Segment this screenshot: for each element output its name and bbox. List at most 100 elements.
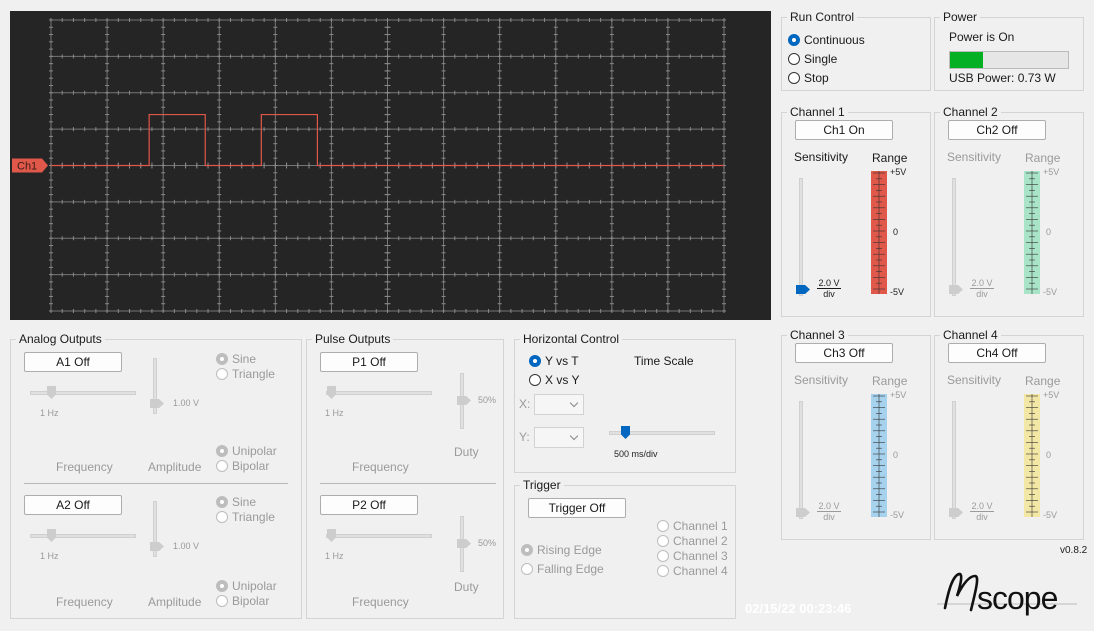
- ch1-sensitivity-label: Sensitivity: [794, 150, 849, 164]
- a2-frequency-value: 1 Hz: [40, 551, 59, 561]
- ch2-sensitivity-slider[interactable]: [952, 178, 956, 296]
- a1-frequency-value: 1 Hz: [40, 408, 59, 418]
- trigger-channel-1-radio[interactable]: Channel 1: [657, 519, 728, 533]
- a2-sine-radio[interactable]: Sine: [216, 495, 256, 509]
- pulse-outputs-group: [306, 339, 504, 619]
- ch3-range-bottom: -5V: [890, 510, 905, 520]
- ch1-sens-div: div: [823, 289, 835, 299]
- a2-frequency-slider[interactable]: [30, 534, 136, 538]
- x-source-select[interactable]: [534, 394, 584, 415]
- y-source-select[interactable]: [534, 427, 584, 448]
- usb-power-readout: USB Power: 0.73 W: [949, 71, 1056, 85]
- ch2-range-top: +5V: [1043, 167, 1060, 177]
- p1-duty-label: Duty: [454, 445, 479, 459]
- ch3-range-label: Range: [872, 374, 908, 388]
- a2-frequency-label: Frequency: [56, 595, 113, 609]
- y-source-label: Y:: [519, 430, 530, 444]
- ch1-range-bar: [871, 171, 887, 294]
- ch2-range-mid: 0: [1046, 227, 1052, 237]
- ch1-sensitivity-value: 2.0 Vdiv: [817, 278, 841, 299]
- ch4-sens-div: div: [976, 512, 988, 522]
- ch4-toggle-button[interactable]: Ch4 Off: [948, 343, 1046, 363]
- channel-1-title: Channel 1: [787, 105, 848, 119]
- scope-timestamp: 02/15/22 00:23:46: [745, 601, 852, 616]
- rising-edge-radio[interactable]: Rising Edge: [521, 543, 602, 557]
- a1-unipolar-radio[interactable]: Unipolar: [216, 444, 277, 458]
- pulse-outputs-title: Pulse Outputs: [312, 332, 394, 346]
- p2-frequency-label: Frequency: [352, 595, 409, 609]
- ch2-sens-div: div: [976, 289, 988, 299]
- trigger-channel-4-radio[interactable]: Channel 4: [657, 564, 728, 578]
- a1-amplitude-label: Amplitude: [148, 460, 202, 474]
- power-meter-fill: [950, 52, 984, 68]
- run-stop-radio[interactable]: Stop: [788, 71, 829, 85]
- ch1-range-mid: 0: [893, 227, 899, 237]
- x-vs-y-radio[interactable]: X vs Y: [529, 373, 579, 387]
- channel-2-title: Channel 2: [940, 105, 1001, 119]
- p2-duty-value: 50%: [478, 538, 497, 548]
- p2-toggle-button[interactable]: P2 Off: [320, 495, 418, 515]
- y-vs-t-radio[interactable]: Y vs T: [529, 354, 579, 368]
- trigger-title: Trigger: [520, 478, 564, 492]
- trigger-toggle-button[interactable]: Trigger Off: [528, 498, 626, 518]
- a2-toggle-button[interactable]: A2 Off: [24, 495, 122, 515]
- nscope-logo: scope: [937, 568, 1083, 620]
- radio-dot-icon: [529, 374, 541, 386]
- ch4-sensitivity-label: Sensitivity: [947, 373, 1002, 387]
- radio-dot-icon: [529, 355, 541, 367]
- ch4-range-top: +5V: [1043, 390, 1060, 400]
- p1-frequency-value: 1 Hz: [325, 408, 344, 418]
- a1-toggle-button[interactable]: A1 Off: [24, 352, 122, 372]
- channel-4-title: Channel 4: [940, 328, 1001, 342]
- ch2-toggle-button[interactable]: Ch2 Off: [948, 120, 1046, 140]
- ch3-range-top: +5V: [890, 390, 907, 400]
- p1-toggle-button[interactable]: P1 Off: [320, 352, 418, 372]
- ch1-toggle-button[interactable]: Ch1 On: [795, 120, 893, 140]
- ch1-range-label: Range: [872, 151, 908, 165]
- ch1-range-top: +5V: [890, 167, 907, 177]
- time-scale-label: Time Scale: [634, 354, 694, 368]
- p1-frequency-label: Frequency: [352, 460, 409, 474]
- trigger-channel-3-radio[interactable]: Channel 3: [657, 549, 728, 563]
- trigger-channel-2-radio[interactable]: Channel 2: [657, 534, 728, 548]
- power-title: Power: [940, 10, 981, 24]
- logo-text: scope: [977, 580, 1058, 616]
- ch3-sensitivity-value: 2.0 Vdiv: [817, 501, 841, 522]
- a1-triangle-radio[interactable]: Triangle: [216, 367, 275, 381]
- p1-frequency-slider[interactable]: [326, 391, 432, 395]
- ch2-range-label: Range: [1025, 151, 1061, 165]
- p2-frequency-slider[interactable]: [326, 534, 432, 538]
- ch3-toggle-button[interactable]: Ch3 Off: [795, 343, 893, 363]
- ch2-range-bottom: -5V: [1043, 287, 1058, 297]
- a1-bipolar-radio[interactable]: Bipolar: [216, 459, 269, 473]
- a2-triangle-radio[interactable]: Triangle: [216, 510, 275, 524]
- ch4-range-mid: 0: [1046, 450, 1052, 460]
- ch4-sensitivity-slider[interactable]: [952, 401, 956, 519]
- radio-dot-icon: [788, 53, 800, 65]
- run-single-radio[interactable]: Single: [788, 52, 837, 66]
- a1-frequency-label: Frequency: [56, 460, 113, 474]
- a2-bipolar-radio[interactable]: Bipolar: [216, 594, 269, 608]
- pulse-divider: [320, 483, 496, 484]
- scope-plot: Ch1: [12, 18, 726, 313]
- a2-unipolar-radio[interactable]: Unipolar: [216, 579, 277, 593]
- time-scale-value: 500 ms/div: [614, 449, 658, 459]
- x-source-label: X:: [519, 397, 531, 411]
- ch3-range-mid: 0: [893, 450, 899, 460]
- horizontal-control-title: Horizontal Control: [520, 332, 623, 346]
- ch2-sens-volts: 2.0 V: [970, 278, 994, 289]
- oscilloscope-display[interactable]: Ch1: [10, 11, 771, 320]
- ch4-range-bar: [1024, 394, 1040, 517]
- run-continuous-radio[interactable]: Continuous: [788, 33, 865, 47]
- a1-frequency-slider[interactable]: [30, 391, 136, 395]
- p2-frequency-value: 1 Hz: [325, 551, 344, 561]
- a2-amplitude-value: 1.00 V: [173, 541, 200, 551]
- ch1-marker-label: Ch1: [17, 161, 37, 173]
- ch3-sensitivity-slider[interactable]: [799, 401, 803, 519]
- a1-sine-radio[interactable]: Sine: [216, 352, 256, 366]
- ch4-sens-volts: 2.0 V: [970, 501, 994, 512]
- falling-edge-radio[interactable]: Falling Edge: [521, 562, 604, 576]
- ch3-range-bar: [871, 394, 887, 517]
- analog-divider: [24, 483, 288, 484]
- ch1-sensitivity-slider[interactable]: [799, 178, 803, 296]
